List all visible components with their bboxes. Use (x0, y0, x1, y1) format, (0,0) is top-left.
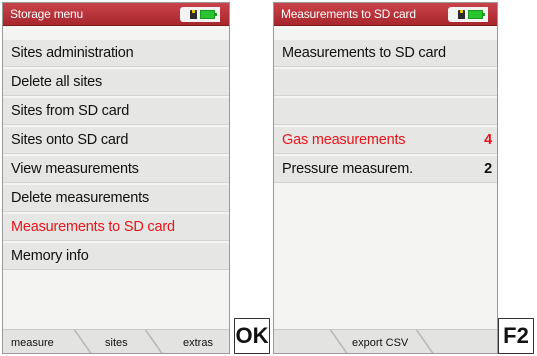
menu-item-label: Measurements to SD card (11, 219, 175, 235)
battery-icon (468, 10, 485, 19)
ok-key-label: OK (234, 318, 270, 354)
softkey-divider (329, 330, 349, 353)
menu-item-sites-onto-sd-card[interactable]: Sites onto SD card (3, 127, 229, 154)
count-value: 4 (484, 132, 492, 148)
softkey-extras[interactable]: extras (183, 337, 213, 349)
softkey-bar: export CSV (274, 329, 497, 353)
status-area (180, 7, 220, 22)
measurements-to-sd-card-screen: Measurements to SD card Measurements to … (273, 2, 498, 354)
f2-key-label: F2 (498, 318, 534, 354)
menu-item-empty (274, 98, 497, 125)
menu-item-memory-info[interactable]: Memory info (3, 243, 229, 270)
softkey-divider (144, 330, 164, 353)
menu-item-label: Gas measurements (282, 132, 406, 148)
sd-card-icon (458, 10, 465, 19)
screen-title: Storage menu (10, 7, 83, 21)
sd-card-icon (190, 10, 197, 19)
title-bar: Measurements to SD card (274, 3, 497, 26)
softkey-divider (73, 330, 93, 353)
menu-item-measurements-to-sd-card[interactable]: Measurements to SD card (274, 40, 497, 67)
menu-item-label: Delete measurements (11, 190, 150, 206)
menu-item-label: Measurements to SD card (282, 45, 446, 61)
menu-item-label: Delete all sites (11, 74, 103, 90)
menu-item-label: View measurements (11, 161, 139, 177)
softkey-measure[interactable]: measure (11, 337, 54, 349)
battery-icon (200, 10, 217, 19)
export-menu-list: Measurements to SD card Gas measurements… (274, 40, 497, 185)
menu-item-empty (274, 69, 497, 96)
status-area (448, 7, 488, 22)
menu-item-measurements-to-sd-card[interactable]: Measurements to SD card (3, 214, 229, 241)
title-bar: Storage menu (3, 3, 229, 26)
menu-item-label: Sites onto SD card (11, 132, 129, 148)
menu-item-pressure-measurements[interactable]: Pressure measurem. 2 (274, 156, 497, 183)
screen-title: Measurements to SD card (281, 7, 416, 21)
menu-item-sites-from-sd-card[interactable]: Sites from SD card (3, 98, 229, 125)
menu-item-label: Sites administration (11, 45, 134, 61)
storage-menu-screen: Storage menu Sites administration Delete… (2, 2, 230, 354)
softkey-divider (415, 330, 435, 353)
softkey-bar: measure sites extras (3, 329, 229, 353)
menu-item-delete-measurements[interactable]: Delete measurements (3, 185, 229, 212)
softkey-sites[interactable]: sites (105, 337, 128, 349)
menu-item-sites-administration[interactable]: Sites administration (3, 40, 229, 67)
menu-item-label: Pressure measurem. (282, 161, 413, 177)
count-value: 2 (484, 161, 492, 177)
storage-menu-list: Sites administration Delete all sites Si… (3, 40, 229, 272)
menu-item-gas-measurements[interactable]: Gas measurements 4 (274, 127, 497, 154)
menu-item-view-measurements[interactable]: View measurements (3, 156, 229, 183)
menu-item-label: Sites from SD card (11, 103, 130, 119)
menu-item-delete-all-sites[interactable]: Delete all sites (3, 69, 229, 96)
softkey-export-csv[interactable]: export CSV (352, 337, 408, 349)
menu-item-label: Memory info (11, 248, 89, 264)
